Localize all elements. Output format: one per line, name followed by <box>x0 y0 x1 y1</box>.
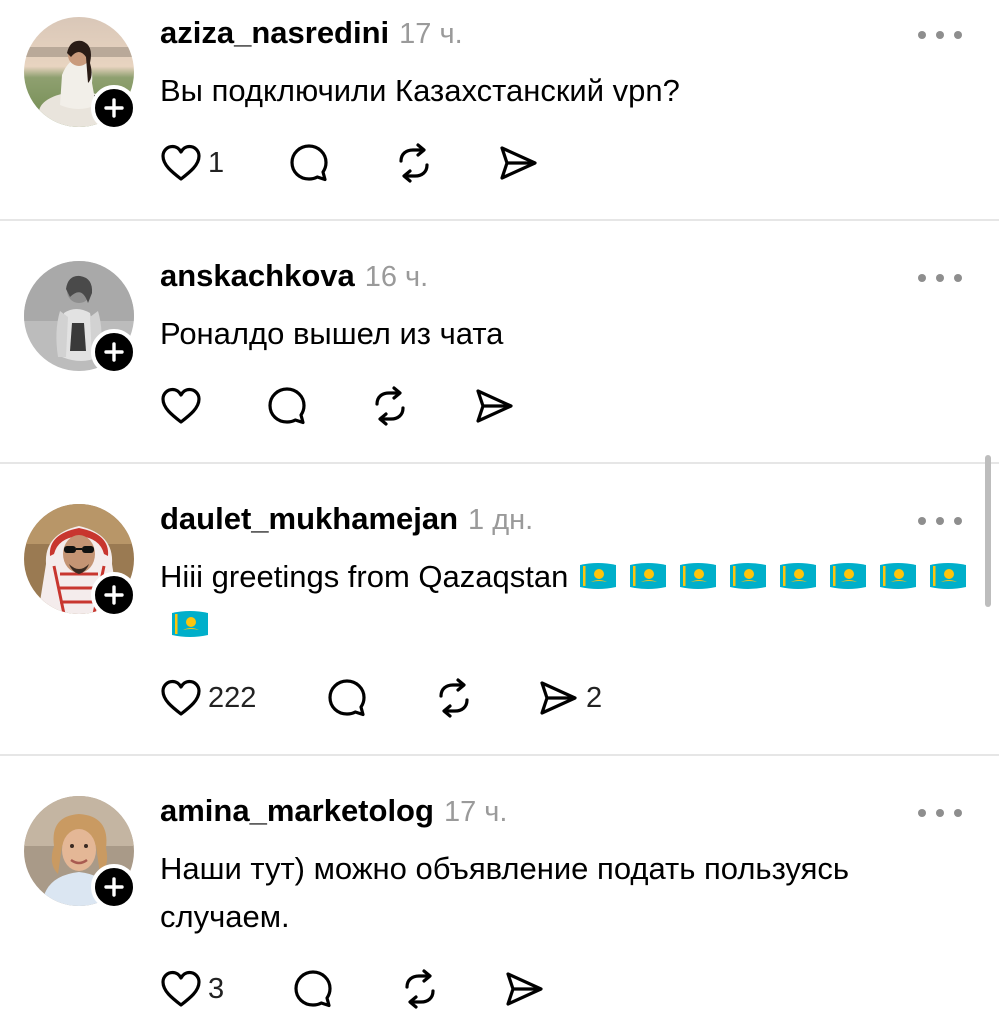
post-text: Наши тут) можно объявление подать пользу… <box>160 851 850 934</box>
heart-icon <box>161 144 201 181</box>
speech-bubble-icon <box>290 144 328 182</box>
repost-arrows-icon <box>439 678 469 718</box>
username[interactable]: aziza_nasredini <box>160 15 389 51</box>
more-options-button[interactable] <box>918 509 962 533</box>
kazakhstan-flag-emoji <box>628 561 668 591</box>
speech-bubble-icon <box>328 679 366 717</box>
repost-button[interactable] <box>368 383 412 429</box>
like-count: 1 <box>208 146 225 179</box>
follow-button[interactable] <box>91 572 137 618</box>
like-button[interactable]: 222 <box>160 675 256 721</box>
share-button[interactable] <box>472 383 516 429</box>
post: anskachkova 16 ч. Роналдо вышел из чата <box>0 221 999 462</box>
share-button[interactable] <box>496 140 540 186</box>
follow-button[interactable] <box>91 85 137 131</box>
like-count: 222 <box>208 681 257 714</box>
speech-bubble-icon <box>294 970 332 1008</box>
heart-icon <box>161 387 201 424</box>
kazakhstan-flag-emoji <box>778 561 818 591</box>
share-button[interactable]: 2 <box>536 675 602 721</box>
follow-button[interactable] <box>91 329 137 375</box>
repost-button[interactable] <box>398 966 442 1012</box>
send-arrow-icon <box>476 389 513 423</box>
username[interactable]: daulet_mukhamejan <box>160 501 458 537</box>
kazakhstan-flag-emoji <box>170 609 210 639</box>
ellipsis-icon <box>918 274 926 282</box>
avatar-container[interactable] <box>24 504 137 618</box>
post-text: Роналдо вышел из чата <box>160 316 504 351</box>
reply-button[interactable] <box>292 966 334 1012</box>
plus-icon <box>104 585 124 605</box>
timestamp: 16 ч. <box>364 261 429 293</box>
share-count: 2 <box>586 681 603 714</box>
repost-button[interactable] <box>432 675 476 721</box>
timestamp: 1 дн. <box>468 504 534 536</box>
kazakhstan-flag-emoji <box>728 561 768 591</box>
more-options-button[interactable] <box>918 23 962 47</box>
reply-button[interactable] <box>266 383 308 429</box>
more-options-button[interactable] <box>918 801 962 825</box>
avatar-container[interactable] <box>24 261 137 375</box>
timestamp: 17 ч. <box>443 796 508 828</box>
username[interactable]: amina_marketolog <box>160 793 434 829</box>
kazakhstan-flag-emoji <box>678 561 718 591</box>
like-button[interactable]: 3 <box>160 966 224 1012</box>
ellipsis-icon <box>918 31 926 39</box>
reply-button[interactable] <box>288 140 330 186</box>
plus-icon <box>104 342 124 362</box>
like-button[interactable] <box>160 383 208 429</box>
repost-arrows-icon <box>399 143 429 183</box>
kazakhstan-flag-emoji <box>578 561 618 591</box>
post-header: amina_marketolog 17 ч. <box>160 793 507 833</box>
post-header: daulet_mukhamejan 1 дн. <box>160 501 533 541</box>
send-arrow-icon <box>540 681 577 715</box>
username[interactable]: anskachkova <box>160 258 355 294</box>
like-count: 3 <box>208 972 225 1005</box>
post-header: anskachkova 16 ч. <box>160 258 428 298</box>
share-button[interactable] <box>502 966 546 1012</box>
post: daulet_mukhamejan 1 дн. Hiii greetings f… <box>0 464 999 754</box>
send-arrow-icon <box>500 146 537 180</box>
post: amina_marketolog 17 ч. Наши тут) можно о… <box>0 756 999 1024</box>
avatar-container[interactable] <box>24 17 137 131</box>
send-arrow-icon <box>506 972 543 1006</box>
repost-button[interactable] <box>392 140 436 186</box>
post-text-content: Hiii greetings from Qazaqstan <box>160 559 569 594</box>
follow-button[interactable] <box>91 864 137 910</box>
repost-arrows-icon <box>375 386 405 426</box>
ellipsis-icon <box>918 809 926 817</box>
reply-button[interactable] <box>326 675 368 721</box>
post-text: Hiii greetings from Qazaqstan <box>160 553 970 649</box>
avatar-container[interactable] <box>24 796 137 910</box>
post-text: Вы подключили Казахстанский vpn? <box>160 73 680 108</box>
plus-icon <box>104 877 124 897</box>
heart-icon <box>161 679 201 716</box>
post-header: aziza_nasredini 17 ч. <box>160 15 463 55</box>
scrollbar[interactable] <box>985 455 991 607</box>
speech-bubble-icon <box>268 387 306 425</box>
kazakhstan-flag-emoji <box>878 561 918 591</box>
post: aziza_nasredini 17 ч. Вы подключили Каза… <box>0 0 999 220</box>
ellipsis-icon <box>918 517 926 525</box>
repost-arrows-icon <box>405 969 435 1009</box>
plus-icon <box>104 98 124 118</box>
like-button[interactable]: 1 <box>160 140 224 186</box>
kazakhstan-flag-emoji <box>928 561 968 591</box>
kazakhstan-flag-emoji <box>828 561 868 591</box>
more-options-button[interactable] <box>918 266 962 290</box>
timestamp: 17 ч. <box>399 18 463 50</box>
heart-icon <box>161 970 201 1007</box>
